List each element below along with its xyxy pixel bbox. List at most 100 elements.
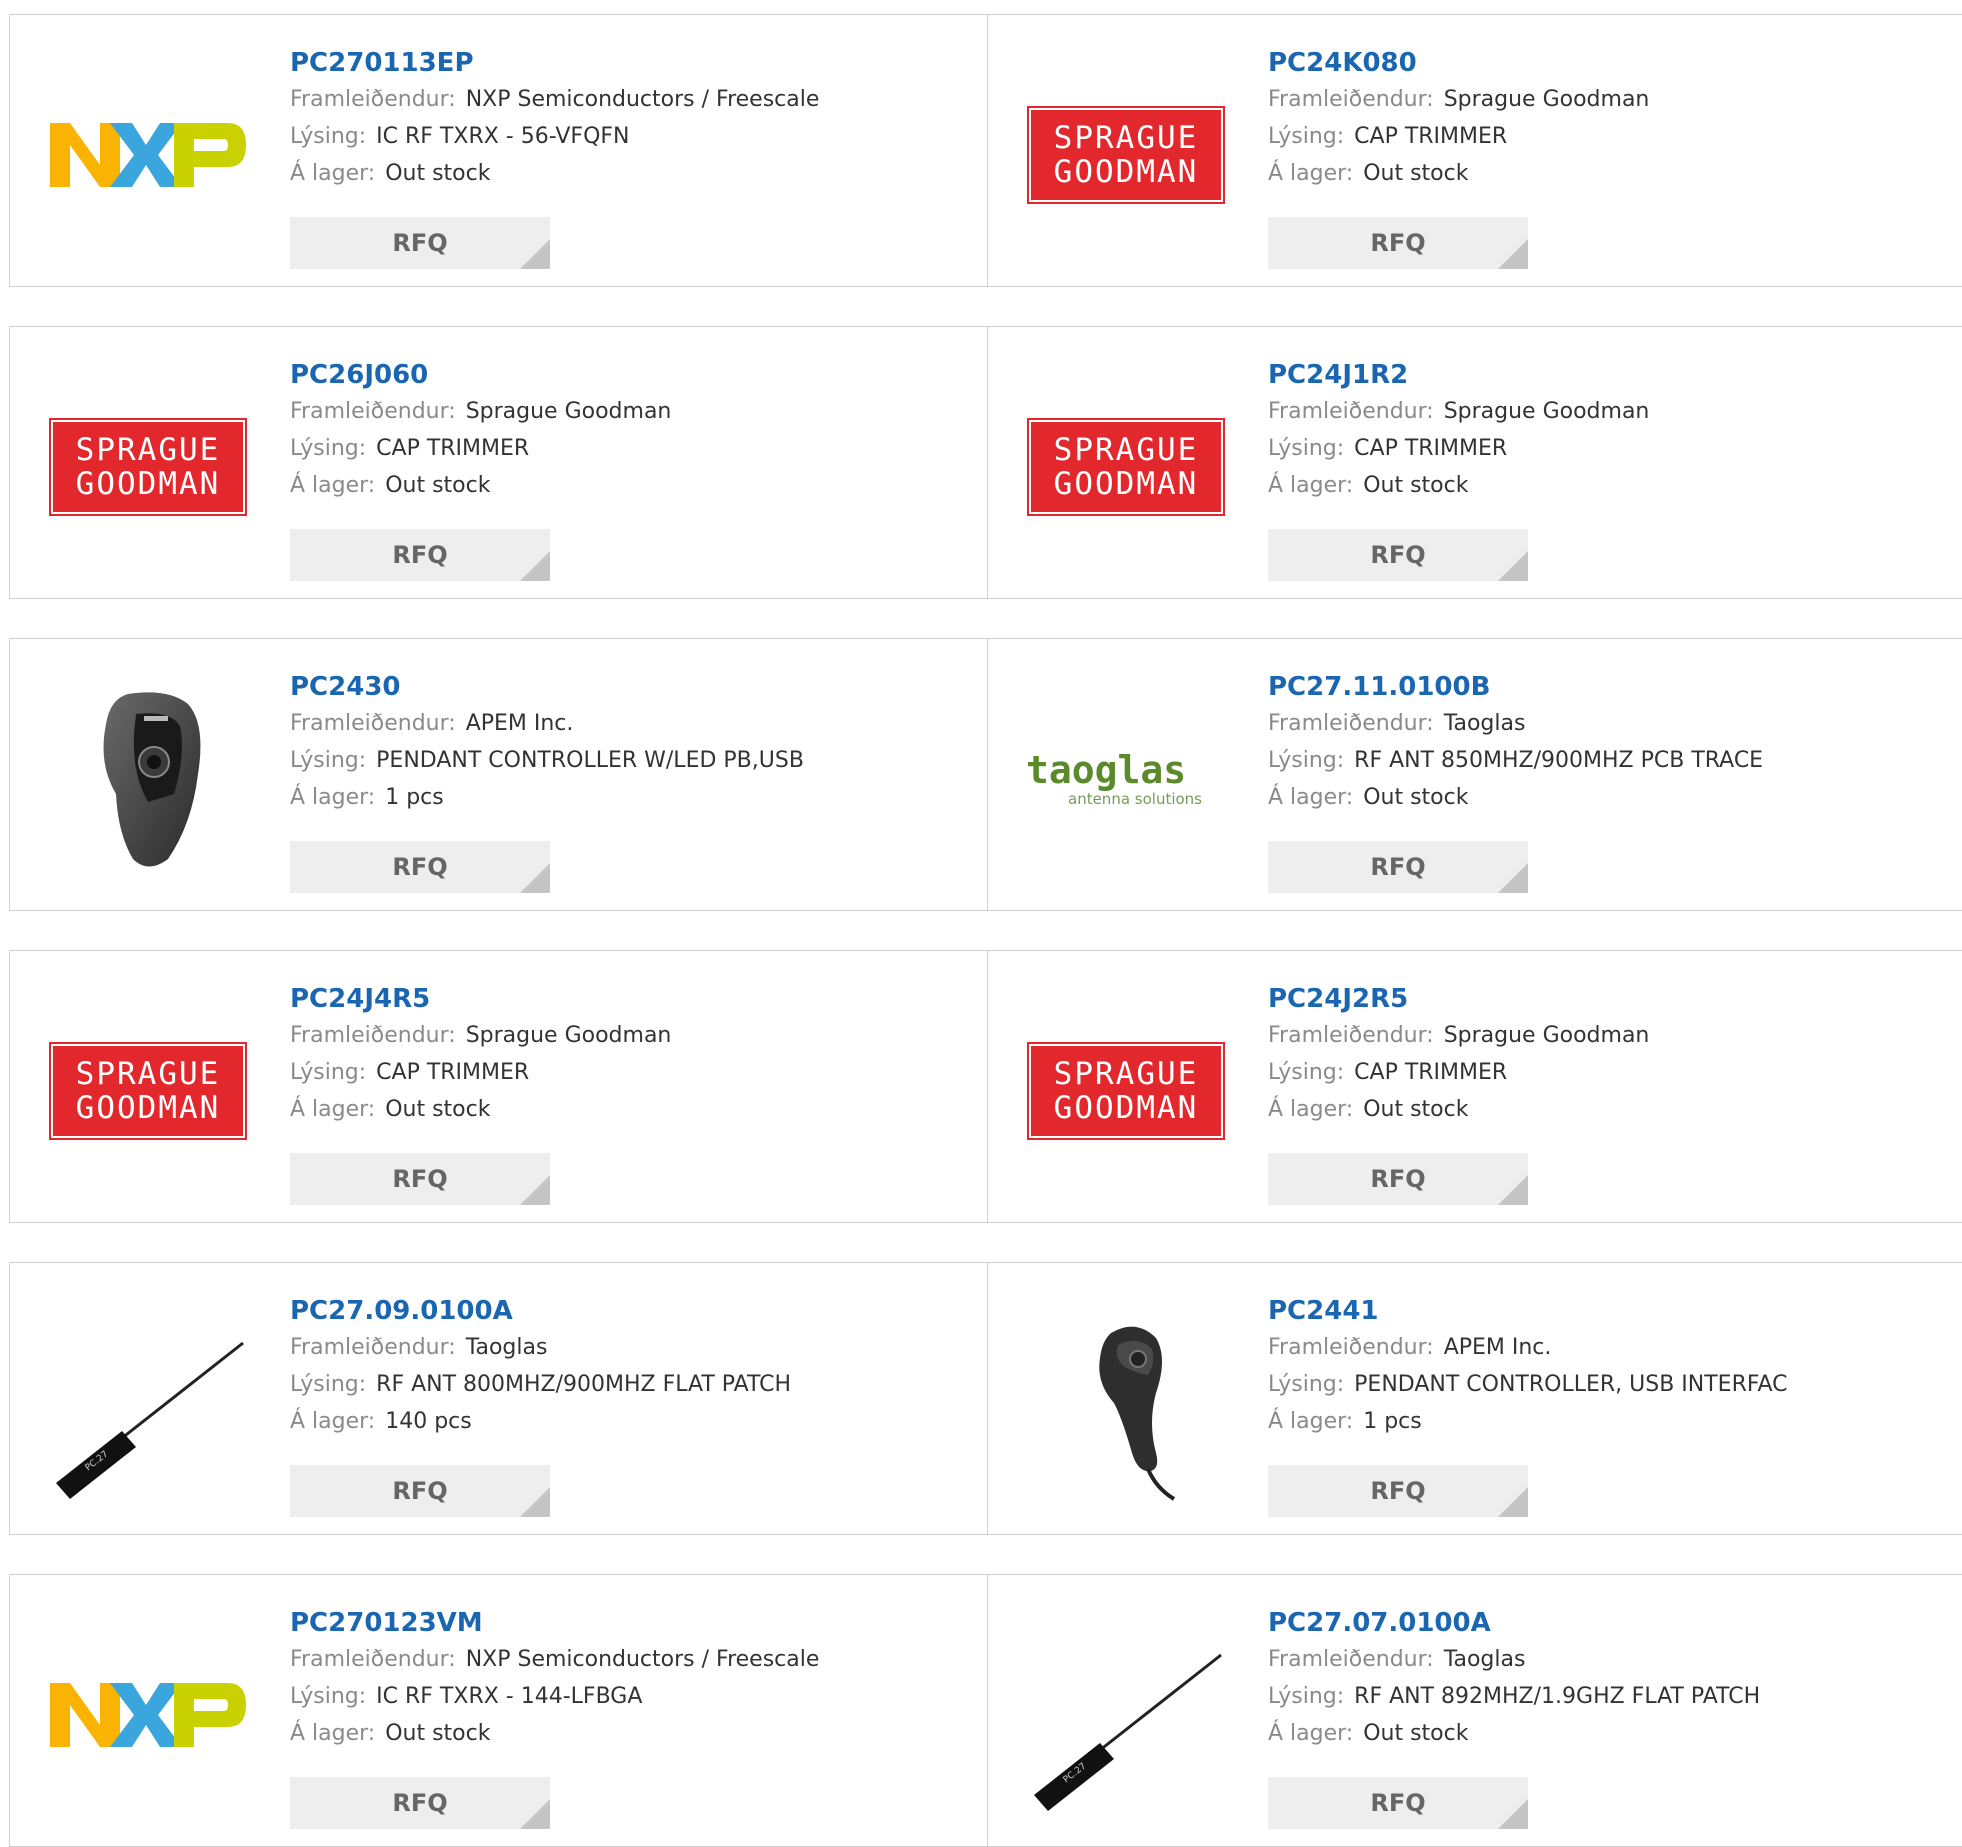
rfq-button[interactable]: RFQ (1268, 1777, 1528, 1829)
manufacturer: Framleiðendur: APEM Inc. (1268, 1329, 1962, 1366)
sprague-goodman-logo[interactable]: SPRAGUE GOODMAN (1026, 991, 1226, 1191)
manufacturer: Framleiðendur: Sprague Goodman (1268, 1017, 1962, 1054)
stock-value: 1 pcs (1363, 1409, 1422, 1434)
flat-patch-antenna-image[interactable]: PC.27 (1026, 1615, 1226, 1815)
stock-value: 1 pcs (385, 785, 444, 810)
rfq-button[interactable]: RFQ (290, 841, 550, 893)
stock-label: Á lager: (290, 1097, 376, 1122)
manufacturer-value: Sprague Goodman (1443, 399, 1650, 424)
description-value: CAP TRIMMER (1354, 1060, 1508, 1085)
sprague-goodman-logo-box: SPRAGUE GOODMAN (49, 1042, 247, 1140)
corner-triangle-icon (1498, 239, 1528, 269)
description-value: CAP TRIMMER (1354, 436, 1508, 461)
manufacturer-label: Framleiðendur: (1268, 87, 1434, 112)
manufacturer: Framleiðendur: APEM Inc. (290, 705, 977, 742)
manufacturer-value: APEM Inc. (465, 711, 574, 736)
corner-triangle-icon (1498, 863, 1528, 893)
description-label: Lýsing: (290, 1684, 367, 1709)
rfq-label: RFQ (392, 853, 448, 881)
manufacturer: Framleiðendur: Sprague Goodman (1268, 81, 1962, 118)
product-info: PC24J1R2 Framleiðendur: Sprague Goodman Lýs… (1268, 357, 1962, 504)
manufacturer-label: Framleiðendur: (1268, 711, 1434, 736)
part-number-link[interactable]: PC2430 (290, 669, 977, 705)
manufacturer: Framleiðendur: Sprague Goodman (290, 393, 977, 430)
stock: Á lager: Out stock (290, 155, 977, 192)
sprague-goodman-logo-box: SPRAGUE GOODMAN (1027, 418, 1225, 516)
rfq-button[interactable]: RFQ (1268, 529, 1528, 581)
manufacturer-value: APEM Inc. (1443, 1335, 1552, 1360)
stock: Á lager: Out stock (290, 1091, 977, 1128)
rfq-button[interactable]: RFQ (290, 1777, 550, 1829)
flat-patch-antenna-image[interactable]: PC.27 (48, 1303, 248, 1503)
product-row: PC2430 Framleiðendur: APEM Inc. Lýsing: PEND… (9, 638, 1962, 911)
rfq-label: RFQ (392, 229, 448, 257)
part-number-link[interactable]: PC24K080 (1268, 45, 1962, 81)
product-info: PC2430 Framleiðendur: APEM Inc. Lýsing: PEND… (290, 669, 977, 816)
description-label: Lýsing: (1268, 124, 1345, 149)
rfq-button[interactable]: RFQ (1268, 1465, 1528, 1517)
product-row: PC270113EP Framleiðendur: NXP Semiconducto… (9, 14, 1962, 287)
pendant-controller-image[interactable] (48, 679, 248, 879)
stock-label: Á lager: (1268, 1409, 1354, 1434)
part-number-link[interactable]: PC26J060 (290, 357, 977, 393)
product-info: PC24K080 Framleiðendur: Sprague Goodman Lýs… (1268, 45, 1962, 192)
logo-text: GOODMAN (75, 466, 221, 502)
manufacturer-label: Framleiðendur: (290, 1023, 456, 1048)
sprague-goodman-logo[interactable]: SPRAGUE GOODMAN (1026, 55, 1226, 255)
product-card: PC270123VM Framleiðendur: NXP Semiconducto… (9, 1574, 988, 1847)
part-number-link[interactable]: PC2441 (1268, 1293, 1962, 1329)
taoglas-logo[interactable]: taoglas antenna solutions (1026, 679, 1226, 879)
stock: Á lager: Out stock (1268, 1091, 1962, 1128)
manufacturer-value: NXP Semiconductors / Freescale (465, 87, 820, 112)
nxp-logo[interactable] (48, 1615, 248, 1815)
product-card: SPRAGUE GOODMAN PC24J2R5 Framleiðendur: Spra… (987, 950, 1962, 1223)
sprague-goodman-logo-box: SPRAGUE GOODMAN (49, 418, 247, 516)
stock: Á lager: Out stock (1268, 1715, 1962, 1752)
nxp-logo[interactable] (48, 55, 248, 255)
rfq-button[interactable]: RFQ (290, 1153, 550, 1205)
rfq-button[interactable]: RFQ (290, 1465, 550, 1517)
product-card: PC2441 Framleiðendur: APEM Inc. Lýsing: PEND… (987, 1262, 1962, 1535)
part-number-link[interactable]: PC24J4R5 (290, 981, 977, 1017)
part-number-link[interactable]: PC27.09.0100A (290, 1293, 977, 1329)
rfq-button[interactable]: RFQ (1268, 217, 1528, 269)
description-label: Lýsing: (1268, 1372, 1345, 1397)
description-label: Lýsing: (1268, 1060, 1345, 1085)
manufacturer: Framleiðendur: Sprague Goodman (290, 1017, 977, 1054)
manufacturer-value: Taoglas (1443, 711, 1526, 736)
sprague-goodman-logo[interactable]: SPRAGUE GOODMAN (1026, 367, 1226, 567)
rfq-label: RFQ (1370, 229, 1426, 257)
rfq-button[interactable]: RFQ (1268, 841, 1528, 893)
rfq-label: RFQ (1370, 1477, 1426, 1505)
rfq-button[interactable]: RFQ (290, 217, 550, 269)
sprague-goodman-logo[interactable]: SPRAGUE GOODMAN (48, 991, 248, 1191)
sprague-goodman-logo[interactable]: SPRAGUE GOODMAN (48, 367, 248, 567)
part-number-link[interactable]: PC24J1R2 (1268, 357, 1962, 393)
part-number-link[interactable]: PC270123VM (290, 1605, 977, 1641)
corner-triangle-icon (520, 239, 550, 269)
rfq-button[interactable]: RFQ (290, 529, 550, 581)
rfq-label: RFQ (1370, 853, 1426, 881)
manufacturer-label: Framleiðendur: (290, 1335, 456, 1360)
rfq-button[interactable]: RFQ (1268, 1153, 1528, 1205)
description-value: CAP TRIMMER (376, 1060, 530, 1085)
description-value: IC RF TXRX - 144-LFBGA (376, 1684, 643, 1709)
description: Lýsing: CAP TRIMMER (1268, 118, 1962, 155)
part-number-link[interactable]: PC27.11.0100B (1268, 669, 1962, 705)
part-number-link[interactable]: PC27.07.0100A (1268, 1605, 1962, 1641)
stock-label: Á lager: (1268, 1721, 1354, 1746)
stock-label: Á lager: (290, 785, 376, 810)
rfq-label: RFQ (392, 1165, 448, 1193)
sprague-goodman-logo-box: SPRAGUE GOODMAN (1027, 1042, 1225, 1140)
product-info: PC27.11.0100B Framleiðendur: Taoglas Lýsing… (1268, 669, 1962, 816)
logo-text: taoglas (1026, 748, 1187, 792)
manufacturer-label: Framleiðendur: (290, 87, 456, 112)
description: Lýsing: RF ANT 850MHZ/900MHZ PCB TRACE (1268, 742, 1962, 779)
manufacturer-label: Framleiðendur: (290, 711, 456, 736)
corner-triangle-icon (520, 1487, 550, 1517)
part-number-link[interactable]: PC24J2R5 (1268, 981, 1962, 1017)
handheld-controller-image[interactable] (1026, 1303, 1226, 1503)
description-value: CAP TRIMMER (376, 436, 530, 461)
part-number-link[interactable]: PC270113EP (290, 45, 977, 81)
product-card: SPRAGUE GOODMAN PC24K080 Framleiðendur: Spra… (987, 14, 1962, 287)
